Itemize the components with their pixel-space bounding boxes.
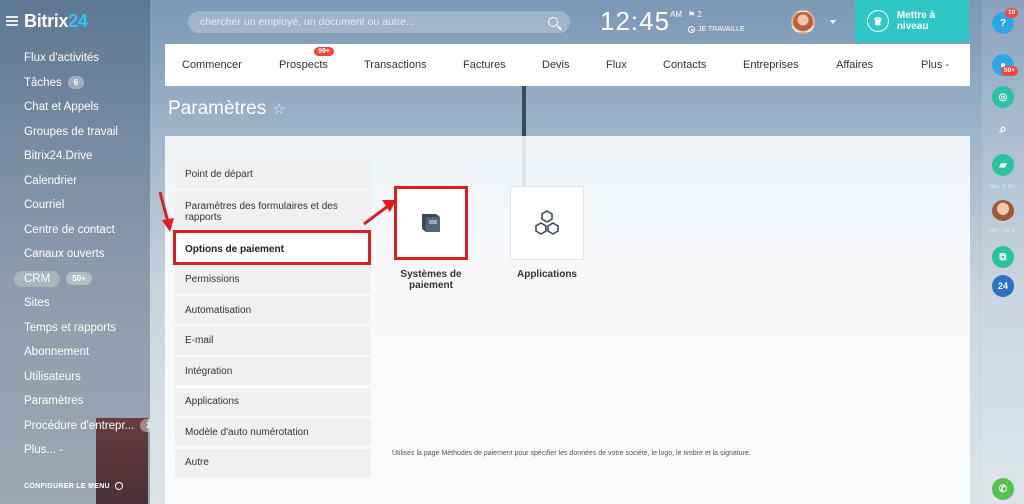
configure-menu-button[interactable]: CONFIGURER LE MENU xyxy=(24,482,123,490)
right-rail: ? 10 ● 50+ ◎ ⌕ ▰ Ven., 5 Oc... Dim., 23 … xyxy=(982,0,1024,504)
tab-affaires[interactable]: Affaires xyxy=(836,59,921,71)
user-avatar[interactable] xyxy=(791,10,815,34)
settings-item-automatisation[interactable]: Automatisation xyxy=(175,296,371,324)
status-dot-icon xyxy=(688,26,695,33)
logo-row: Bitrix24 xyxy=(6,10,88,32)
tab-commencer[interactable]: Commencer xyxy=(182,59,279,71)
footnote-text: Utilisez la page Méthodes de paiement po… xyxy=(392,450,751,457)
applications-label[interactable]: Applications xyxy=(497,269,597,280)
flag-count: ⚑ 2 xyxy=(688,10,702,19)
count-badge: 50+ xyxy=(66,272,92,286)
sidebar-item-canaux[interactable]: Canaux ouverts xyxy=(0,242,150,267)
sidebar-item-courriel[interactable]: Courriel xyxy=(0,193,150,218)
page-title: Paramètres ☆ xyxy=(168,98,286,119)
menu-burger-icon[interactable] xyxy=(6,16,18,26)
tab-factures[interactable]: Factures xyxy=(463,59,542,71)
bitrix24-icon[interactable]: 24 xyxy=(992,275,1014,297)
recent-date-2: Dim., 23 S... xyxy=(988,228,1020,234)
tab-devis[interactable]: Devis xyxy=(542,59,606,71)
contact-avatar[interactable] xyxy=(992,200,1014,222)
document-search-icon[interactable]: ⧉ xyxy=(992,246,1014,268)
crown-icon: ♛ xyxy=(867,10,889,32)
search-input[interactable] xyxy=(200,16,548,28)
tab-contacts[interactable]: Contacts xyxy=(663,59,743,71)
clock[interactable]: 12:45AM xyxy=(600,6,682,37)
payment-systems-label[interactable]: Systèmes de paiement xyxy=(381,269,481,291)
sidebar-nav: Flux d'activités Tâches 6 Chat et Appels … xyxy=(0,46,150,463)
sidebar-item-utilisateurs[interactable]: Utilisateurs xyxy=(0,365,150,390)
help-badge: 10 xyxy=(1005,8,1019,18)
sidebar-item-drive[interactable]: Bitrix24.Drive xyxy=(0,144,150,169)
notif-badge: 50+ xyxy=(1001,66,1019,76)
settings-item-integration[interactable]: Intégration xyxy=(175,357,371,385)
settings-menu: Point de départ Paramètres des formulair… xyxy=(175,160,371,479)
count-badge: 2 xyxy=(140,419,150,433)
sidebar-item-plus[interactable]: Plus... - xyxy=(0,438,150,463)
work-status[interactable]: ⚑ 2 JE TRAVAILLE xyxy=(688,10,745,33)
sidebar-item-taches[interactable]: Tâches 6 xyxy=(0,71,150,96)
sidebar-item-chat[interactable]: Chat et Appels xyxy=(0,95,150,120)
crm-tabs: Commencer Prospects 99+ Transactions Fact… xyxy=(165,44,970,86)
sidebar-item-flux[interactable]: Flux d'activités xyxy=(0,46,150,71)
logo[interactable]: Bitrix24 xyxy=(24,11,88,32)
settings-item-autre[interactable]: Autre xyxy=(175,448,371,477)
sidebar-item-groupes[interactable]: Groupes de travail xyxy=(0,120,150,145)
tab-flux[interactable]: Flux xyxy=(606,59,663,71)
tab-prospects[interactable]: Prospects 99+ xyxy=(279,47,364,71)
sidebar-item-procedure[interactable]: Procédure d'entrepr... 2 xyxy=(0,414,150,439)
applications-tile[interactable] xyxy=(510,186,584,260)
search-bar[interactable] xyxy=(188,11,570,33)
annotation-arrow-tile xyxy=(363,200,396,226)
sidebar-item-crm[interactable]: CRM 50+ xyxy=(0,267,150,292)
star-icon[interactable]: ☆ xyxy=(272,100,285,118)
payment-systems-tile[interactable] xyxy=(394,186,468,260)
settings-item-applications[interactable]: Applications xyxy=(175,387,371,416)
sidebar-item-parametres[interactable]: Paramètres xyxy=(0,389,150,414)
settings-item-point-depart[interactable]: Point de départ xyxy=(175,160,371,188)
search-icon[interactable] xyxy=(548,17,558,27)
status-label: JE TRAVAILLE xyxy=(698,26,745,33)
settings-item-permissions[interactable]: Permissions xyxy=(175,265,371,294)
settings-item-formulaires[interactable]: Paramètres des formulaires et des rappor… xyxy=(175,190,371,233)
prospects-badge: 99+ xyxy=(314,47,334,56)
tab-plus[interactable]: Plus - xyxy=(921,59,949,71)
highlight-box-menu xyxy=(173,230,371,265)
settings-item-email[interactable]: E-mail xyxy=(175,326,371,355)
recent-date-1: Ven., 5 Oc... xyxy=(988,184,1020,190)
tab-entreprises[interactable]: Entreprises xyxy=(743,59,836,71)
sidebar-item-calendrier[interactable]: Calendrier xyxy=(0,169,150,194)
sidebar-item-abonnement[interactable]: Abonnement xyxy=(0,340,150,365)
search-icon[interactable]: ⌕ xyxy=(992,118,1014,140)
wallet-icon xyxy=(422,214,440,232)
phone-icon[interactable]: ✆ xyxy=(992,478,1014,500)
gear-icon xyxy=(114,482,123,490)
sidebar-item-sites[interactable]: Sites xyxy=(0,291,150,316)
settings-item-numerotation[interactable]: Modèle d'auto numérotation xyxy=(175,418,371,446)
sidebar-item-centre-contact[interactable]: Centre de contact xyxy=(0,218,150,243)
sidebar-item-temps[interactable]: Temps et rapports xyxy=(0,316,150,341)
tab-transactions[interactable]: Transactions xyxy=(364,59,463,71)
left-sidebar: Bitrix24 Flux d'activités Tâches 6 Chat e… xyxy=(0,0,150,504)
count-badge: 6 xyxy=(67,76,85,90)
chat-icon[interactable]: ◎ xyxy=(992,86,1014,108)
cubes-icon xyxy=(535,210,559,235)
chevron-down-icon[interactable] xyxy=(830,20,836,24)
upgrade-button[interactable]: ♛ Mettre à niveau xyxy=(855,0,969,42)
megaphone-icon[interactable]: ▰ xyxy=(992,154,1014,176)
annotation-arrow-menu xyxy=(158,191,174,232)
